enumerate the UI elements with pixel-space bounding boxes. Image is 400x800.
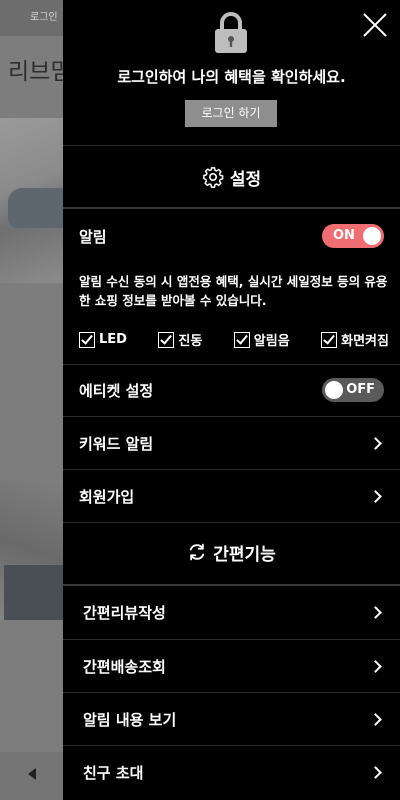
chevron-right-icon — [369, 436, 382, 450]
quick-item-label: 친구 초대 — [83, 763, 144, 782]
login-message: 로그인하여 나의 혜택을 확인하세요. — [117, 68, 346, 86]
toggle-knob — [325, 381, 343, 399]
quick-item-invite[interactable]: 친구 초대 — [63, 746, 400, 798]
background-title: 리브믿 — [8, 59, 63, 85]
background-product-image — [0, 480, 63, 620]
background-page: 로그인 리브믿 — [0, 0, 63, 800]
background-product-image — [0, 118, 63, 283]
divider — [63, 207, 400, 209]
back-arrow-icon[interactable] — [28, 768, 36, 780]
etiquette-toggle-label: OFF — [346, 382, 375, 397]
quick-item-label: 알림 내용 보기 — [83, 710, 177, 729]
settings-title: 설정 — [229, 169, 262, 190]
checkbox-checked-icon — [233, 331, 250, 348]
checkbox-checked-icon — [79, 331, 95, 348]
chevron-right-icon — [369, 489, 382, 503]
keyword-alarm-label: 키워드 알림 — [79, 434, 154, 453]
login-button[interactable]: 로그인 하기 — [185, 100, 277, 127]
checkbox-label: LED — [99, 332, 127, 347]
etiquette-label: 에티켓 설정 — [79, 381, 154, 400]
alarm-options: LED 진동 알림음 화면켜짐 — [79, 330, 389, 349]
checkbox-label: 알림음 — [253, 334, 290, 349]
lock-icon — [215, 12, 247, 53]
quick-item-delivery[interactable]: 간편배송조회 — [63, 640, 400, 692]
quick-header: 간편기능 — [63, 537, 400, 567]
checkbox-led[interactable]: LED — [79, 330, 127, 349]
refresh-icon — [190, 543, 205, 561]
settings-header: 설정 — [63, 162, 400, 192]
alarm-toggle[interactable]: ON — [322, 224, 384, 248]
signup-label: 회원가입 — [79, 487, 135, 506]
etiquette-toggle[interactable]: OFF — [322, 378, 384, 402]
alarm-row: 알림 ON — [63, 220, 400, 252]
side-drawer: 로그인하여 나의 혜택을 확인하세요. 로그인 하기 설정 알림 ON 알림 수… — [63, 0, 400, 800]
quick-item-notifications[interactable]: 알림 내용 보기 — [63, 693, 400, 745]
alarm-toggle-label: ON — [333, 228, 355, 243]
checkbox-sound[interactable]: 알림음 — [233, 330, 290, 349]
chevron-right-icon — [369, 712, 382, 726]
checkbox-label: 화면켜짐 — [341, 334, 389, 349]
checkbox-label: 진동 — [178, 334, 203, 349]
divider — [63, 522, 400, 523]
chevron-right-icon — [369, 765, 382, 779]
toggle-knob — [363, 227, 381, 245]
etiquette-row: 에티켓 설정 OFF — [63, 365, 400, 415]
quick-item-label: 간편리뷰작성 — [83, 603, 166, 622]
signup-row[interactable]: 회원가입 — [63, 470, 400, 522]
close-icon[interactable] — [362, 12, 388, 38]
gear-icon — [202, 167, 224, 188]
quick-item-label: 간편배송조회 — [83, 657, 166, 676]
checkbox-checked-icon — [321, 331, 338, 348]
alarm-label: 알림 — [79, 227, 107, 246]
background-topbar: 로그인 — [0, 0, 63, 36]
chevron-right-icon — [369, 605, 382, 619]
quick-item-review[interactable]: 간편리뷰작성 — [63, 586, 400, 638]
checkbox-screen-on[interactable]: 화면켜짐 — [321, 330, 389, 349]
keyword-alarm-row[interactable]: 키워드 알림 — [63, 417, 400, 469]
checkbox-vibration[interactable]: 진동 — [158, 330, 202, 349]
checkbox-checked-icon — [158, 331, 175, 348]
chevron-right-icon — [369, 659, 382, 673]
quick-title: 간편기능 — [213, 544, 276, 565]
alarm-description: 알림 수신 동의 시 앱전용 혜택, 실시간 세일정보 등의 유용한 쇼핑 정보… — [79, 274, 388, 308]
divider — [63, 145, 400, 146]
